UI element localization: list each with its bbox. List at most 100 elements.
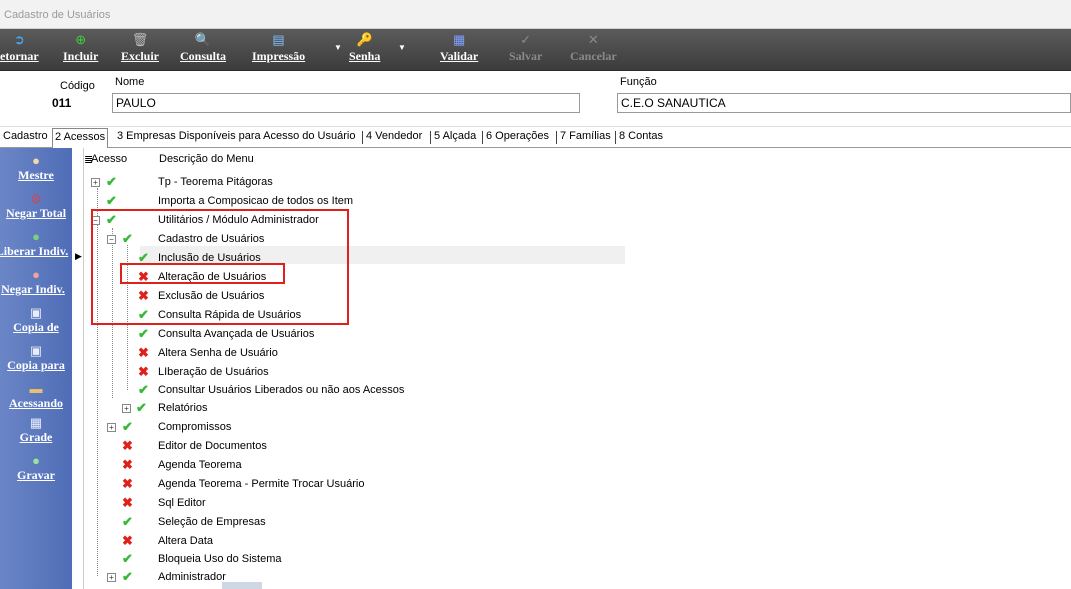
tree-row[interactable]: ✖ Altera Senha de Usuário (0, 344, 700, 363)
tab-alcada[interactable]: 5 Alçada (434, 130, 476, 142)
return-icon: ➲ (13, 32, 25, 47)
tree-row-label: Tp - Teorema Pitágoras (158, 176, 273, 188)
tree-row-label: Sql Editor (158, 497, 206, 509)
tree-row[interactable]: ✖ Agenda Teorema (0, 456, 700, 475)
validar-button[interactable]: ▦ Validar (440, 31, 478, 69)
horizontal-scrollbar-thumb[interactable] (222, 582, 262, 589)
tree-row-label: Altera Senha de Usuário (158, 347, 278, 359)
access-granted-icon[interactable]: ✔ (138, 382, 149, 398)
tab-bar: Cadastro 2 Acessos 3 Empresas Disponívei… (0, 127, 1071, 148)
tree-row-label: Consultar Usuários Liberados ou não aos … (158, 384, 405, 396)
tree-row[interactable]: + ✔ Relatórios (0, 399, 700, 418)
expand-icon[interactable]: + (107, 423, 116, 432)
access-granted-icon[interactable]: ✔ (138, 326, 149, 342)
tree-row-label: Relatórios (158, 402, 208, 414)
access-denied-icon[interactable]: ✖ (122, 457, 133, 473)
toolbar: ➲ etornar ⊕ Incluir 🗑 Excluir 🔍 Consulta… (0, 29, 1071, 71)
title-bar: Cadastro de Usuários (0, 0, 1071, 29)
tab-separator (362, 131, 363, 144)
tree-row[interactable]: ✔ Consultar Usuários Liberados ou não aos… (0, 381, 700, 400)
salvar-button[interactable]: ✓ Salvar (509, 31, 542, 69)
access-granted-icon[interactable]: ✔ (106, 193, 117, 209)
cancelar-button[interactable]: ✕ Cancelar (570, 31, 617, 69)
highlight-box-alteracao (120, 263, 285, 284)
tree-row-label: Agenda Teorema (158, 459, 242, 471)
user-icon: ● (32, 153, 40, 168)
access-granted-icon[interactable]: ✔ (122, 514, 133, 530)
tab-separator (615, 131, 616, 144)
excluir-button[interactable]: 🗑 Excluir (121, 31, 159, 69)
tree-row[interactable]: + ✔ Tp - Teorema Pitágoras (0, 173, 700, 192)
tree-row[interactable]: ✖ Agenda Teorema - Permite Trocar Usuário (0, 475, 700, 494)
window-title: Cadastro de Usuários (4, 9, 111, 21)
delete-icon: 🗑 (131, 32, 149, 47)
retornar-button[interactable]: ➲ etornar (0, 31, 39, 69)
access-denied-icon[interactable]: ✖ (122, 438, 133, 454)
access-granted-icon[interactable]: ✔ (136, 400, 147, 416)
column-header-acesso: Acesso (91, 153, 128, 165)
tree-row[interactable]: ✖ Editor de Documentos (0, 437, 700, 456)
tree-row-label: Agenda Teorema - Permite Trocar Usuário (158, 478, 365, 490)
funcao-field[interactable]: C.E.O SANAUTICA (617, 93, 1071, 113)
tree-row[interactable]: ✖ Sql Editor (0, 494, 700, 513)
tab-empresas[interactable]: 3 Empresas Disponíveis para Acesso do Us… (117, 130, 355, 142)
impressao-dropdown-arrow[interactable]: ▼ (334, 43, 342, 52)
nome-field[interactable]: PAULO (112, 93, 580, 113)
tab-separator (482, 131, 483, 144)
cancel-icon: ✕ (587, 32, 599, 47)
tab-vendedor[interactable]: 4 Vendedor (366, 130, 422, 142)
access-denied-icon[interactable]: ✖ (122, 476, 133, 492)
nome-label: Nome (115, 76, 145, 88)
tree-row-label: Consulta Avançada de Usuários (158, 328, 315, 340)
add-icon: ⊕ (75, 32, 87, 47)
validate-icon: ▦ (452, 32, 466, 47)
codigo-label: Código (60, 80, 95, 92)
incluir-button[interactable]: ⊕ Incluir (63, 31, 98, 69)
tree-row[interactable]: ✔ Seleção de Empresas (0, 513, 700, 532)
tab-separator (556, 131, 557, 144)
tree-row-label: Administrador (158, 571, 226, 583)
tree-row[interactable]: ✖ LIberação de Usuários (0, 363, 700, 382)
tree-row[interactable]: ✖ Altera Data (0, 532, 700, 551)
access-denied-icon[interactable]: ✖ (122, 495, 133, 511)
search-icon: 🔍 (194, 32, 212, 47)
column-header-descricao: Descrição do Menu (159, 153, 254, 165)
tree-row-label: Seleção de Empresas (158, 516, 266, 528)
tree-row[interactable]: ✔ Consulta Avançada de Usuários (0, 325, 700, 344)
senha-button[interactable]: 🔑 Senha (349, 31, 380, 69)
access-granted-icon[interactable]: ✔ (106, 174, 117, 190)
consulta-button[interactable]: 🔍 Consulta (180, 31, 226, 69)
key-icon: 🔑 (356, 32, 373, 47)
save-icon: ✓ (520, 32, 532, 47)
expand-icon[interactable]: + (122, 404, 131, 413)
tab-separator (430, 131, 431, 144)
tab-acessos[interactable]: 2 Acessos (52, 128, 109, 148)
impressao-button[interactable]: ▤ Impressão (252, 31, 305, 69)
tree-row[interactable]: ✔ Bloqueia Uso do Sistema (0, 550, 700, 569)
tab-familias[interactable]: 7 Famílias (560, 130, 611, 142)
codigo-value: 011 (52, 96, 72, 110)
access-granted-icon[interactable]: ✔ (122, 551, 133, 567)
funcao-label: Função (620, 76, 657, 88)
tree-row[interactable]: + ✔ Compromissos (0, 418, 700, 437)
tree-row-label: LIberação de Usuários (158, 366, 269, 378)
tree-row-label: Editor de Documentos (158, 440, 267, 452)
senha-dropdown-arrow[interactable]: ▼ (398, 43, 406, 52)
tree-row-label: Bloqueia Uso do Sistema (158, 553, 282, 565)
tab-cadastro[interactable]: Cadastro (3, 130, 48, 142)
access-granted-icon[interactable]: ✔ (122, 419, 133, 435)
tab-contas[interactable]: 8 Contas (619, 130, 663, 142)
access-granted-icon[interactable]: ✔ (122, 569, 133, 585)
access-denied-icon[interactable]: ✖ (138, 345, 149, 361)
expand-icon[interactable]: + (91, 178, 100, 187)
access-denied-icon[interactable]: ✖ (138, 364, 149, 380)
tree-row-label: Compromissos (158, 421, 232, 433)
tree-row-label: Importa a Composicao de todos os Item (158, 195, 354, 207)
print-icon: ▤ (272, 32, 285, 47)
user-header: Código 011 Nome PAULO Função C.E.O SANAU… (0, 71, 1071, 127)
tab-operacoes[interactable]: 6 Operações (486, 130, 549, 142)
expand-icon[interactable]: + (107, 573, 116, 582)
tree-row-label: Altera Data (158, 535, 214, 547)
access-denied-icon[interactable]: ✖ (122, 533, 133, 549)
tree-row[interactable]: + ✔ Administrador (0, 568, 700, 587)
